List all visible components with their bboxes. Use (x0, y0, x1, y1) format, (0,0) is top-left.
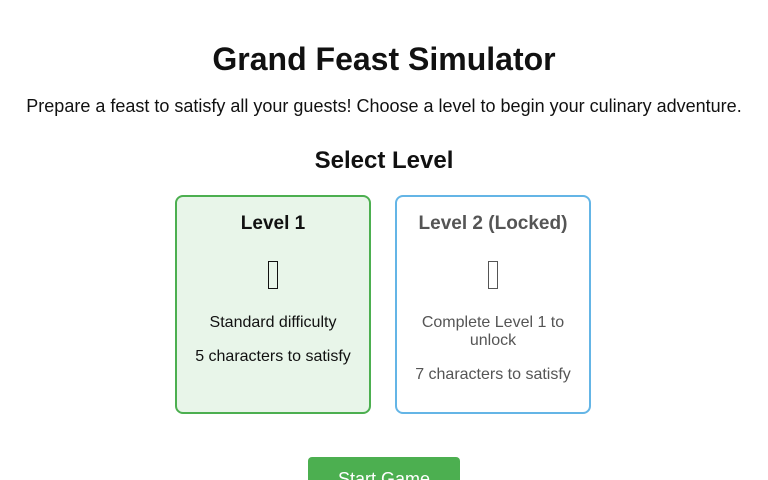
game-menu: Grand Feast Simulator Prepare a feast to… (0, 0, 768, 480)
select-level-heading: Select Level (314, 147, 454, 174)
level-1-description: Standard difficulty (209, 314, 337, 331)
level-2-card[interactable]: Level 2 (Locked) Complete Level 1 to unl… (395, 195, 591, 414)
level-1-character-count: 5 characters to satisfy (195, 348, 351, 365)
level-2-character-count: 7 characters to satisfy (415, 366, 571, 383)
game-title: Grand Feast Simulator (212, 41, 556, 77)
level-1-title: Level 1 (240, 213, 306, 234)
level-2-description: Complete Level 1 to unlock (421, 314, 565, 349)
level-1-card[interactable]: Level 1 Standard difficulty 5 characters… (175, 195, 371, 414)
start-game-button[interactable]: Start Game (308, 457, 460, 480)
level-1-icon (177, 255, 369, 295)
level-2-icon (397, 255, 589, 295)
game-intro-text: Prepare a feast to satisfy all your gues… (26, 96, 742, 116)
level-2-title: Level 2 (Locked) (418, 213, 568, 234)
